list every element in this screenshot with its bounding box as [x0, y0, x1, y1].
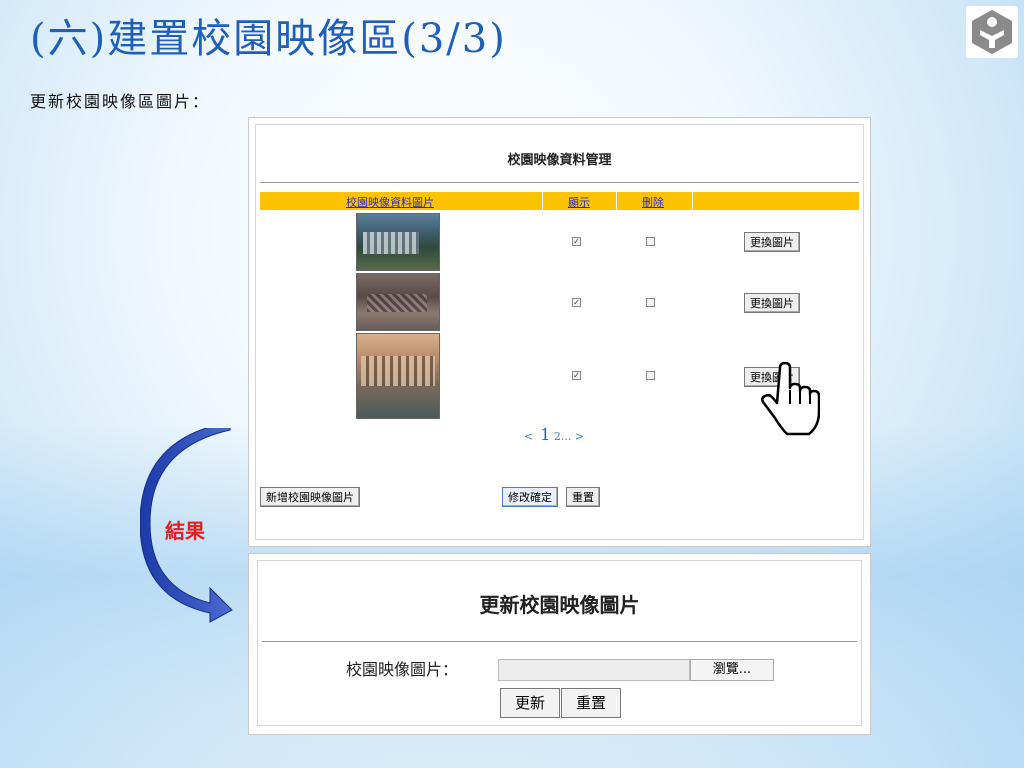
column-header-image[interactable]: 校園映像資料圖片: [346, 194, 434, 210]
browse-button[interactable]: 瀏覽...: [690, 659, 774, 681]
table-header: 校園映像資料圖片 顯示 刪除: [260, 192, 859, 210]
replace-image-button[interactable]: 更換圖片: [744, 293, 800, 313]
hand-pointer-icon: [761, 362, 820, 436]
result-label: 結果: [165, 519, 205, 543]
school-building-thumbnail: [356, 333, 440, 419]
campus-image-manager-panel: 校園映像資料管理 校園映像資料圖片 顯示 刪除 ✓ 更換圖片 ✓ 更換圖片 ✓: [248, 117, 871, 547]
add-campus-image-button[interactable]: 新增校園映像圖片: [260, 487, 360, 507]
panel-title: 校園映像資料管理: [507, 153, 612, 168]
reset-button[interactable]: 重置: [561, 688, 621, 718]
show-checkbox[interactable]: ✓: [572, 237, 581, 246]
column-header-delete[interactable]: 刪除: [642, 194, 664, 210]
delete-checkbox[interactable]: [646, 371, 655, 380]
reset-button[interactable]: 重置: [566, 487, 600, 507]
column-header-show[interactable]: 顯示: [568, 194, 590, 210]
update-button[interactable]: 更新: [500, 688, 560, 718]
page-link[interactable]: 2...: [554, 430, 572, 443]
panel-title: 更新校園映像圖片: [479, 593, 640, 617]
prev-page-link[interactable]: <: [524, 430, 533, 443]
next-page-link[interactable]: >: [575, 430, 584, 443]
delete-checkbox[interactable]: [646, 237, 655, 246]
current-page: 1: [540, 425, 551, 444]
organization-logo: [966, 6, 1018, 58]
pagination: < 1 2... >: [524, 425, 584, 444]
update-image-panel: 更新校園映像圖片 校園映像圖片： 瀏覽... 更新 重置: [248, 553, 871, 735]
construction-site-thumbnail: [356, 273, 440, 331]
replace-image-button[interactable]: 更換圖片: [744, 232, 800, 252]
campus-building-thumbnail: [356, 213, 440, 271]
divider: [260, 182, 859, 183]
confirm-changes-button[interactable]: 修改確定: [502, 487, 558, 507]
slide-title: (六)建置校園映像區(3/3): [30, 16, 507, 62]
slide-subtitle: 更新校園映像區圖片：: [30, 92, 211, 111]
show-checkbox[interactable]: ✓: [572, 298, 581, 307]
show-checkbox[interactable]: ✓: [572, 371, 581, 380]
field-label: 校園映像圖片：: [346, 660, 459, 679]
file-path-input[interactable]: [498, 659, 690, 681]
delete-checkbox[interactable]: [646, 298, 655, 307]
divider: [262, 641, 857, 642]
